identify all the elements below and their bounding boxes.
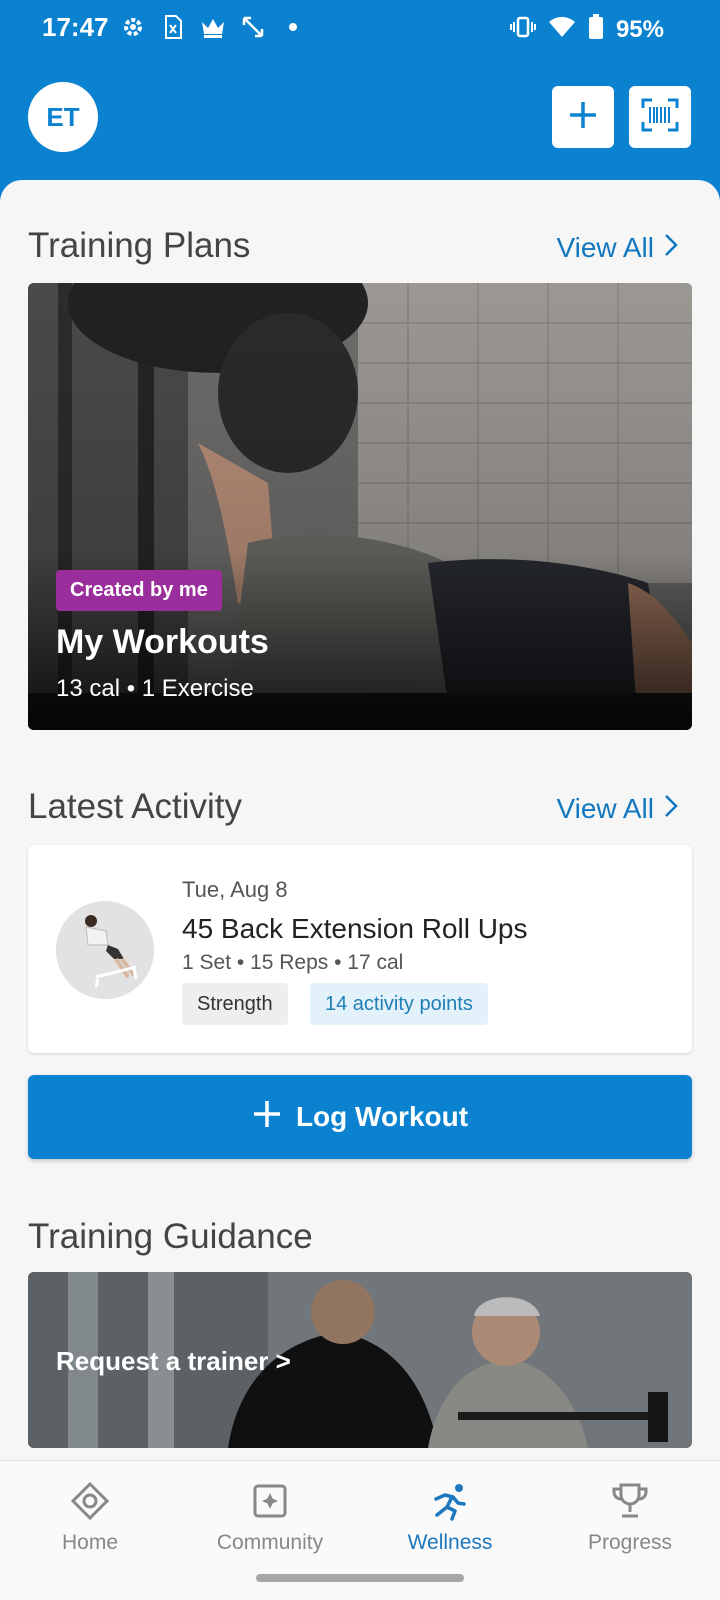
trophy-icon	[608, 1479, 652, 1523]
training-plan-card[interactable]: Created by me My Workouts 13 cal • 1 Exe…	[28, 283, 692, 730]
activity-card[interactable]: Tue, Aug 8 45 Back Extension Roll Ups 1 …	[28, 845, 692, 1053]
status-time: 17:47	[42, 12, 109, 42]
activity-meta: 1 Set • 15 Reps • 17 cal	[182, 951, 404, 974]
status-left-icons	[120, 14, 306, 40]
nav-home[interactable]: Home	[0, 1479, 180, 1555]
status-bar: 17:47 95%	[0, 0, 720, 56]
plan-name: My Workouts	[56, 623, 269, 661]
log-workout-label: Log Workout	[295, 1101, 469, 1132]
header-bar: 17:47 95% ET	[0, 0, 720, 200]
latest-activity-title: Latest Activity	[28, 787, 242, 826]
nav-home-label: Home	[61, 1531, 119, 1554]
strength-tag: Strength	[182, 983, 288, 1025]
wifi-icon	[548, 16, 576, 43]
nav-progress[interactable]: Progress	[540, 1479, 720, 1555]
activity-name: 45 Back Extension Roll Ups	[182, 913, 528, 944]
training-guidance-title: Training Guidance	[28, 1217, 313, 1256]
nav-wellness[interactable]: Wellness	[360, 1479, 540, 1555]
barcode-scan-button[interactable]	[629, 86, 691, 148]
expand-arrows-icon	[240, 14, 266, 40]
log-workout-button[interactable]: Log Workout	[28, 1075, 692, 1159]
battery-level: 95%	[615, 15, 664, 43]
training-plans-title: Training Plans	[28, 226, 251, 265]
exercise-thumbnail	[56, 901, 154, 999]
activity-points-badge: 14 activity points	[310, 983, 488, 1025]
status-right-icons: 95%	[509, 14, 664, 45]
add-button[interactable]	[552, 86, 614, 148]
activity-date: Tue, Aug 8	[182, 877, 288, 902]
chevron-right-icon	[664, 793, 678, 825]
home-indicator[interactable]	[256, 1574, 464, 1582]
nav-community-label: Community	[216, 1531, 324, 1554]
avatar[interactable]: ET	[28, 82, 98, 152]
battery-icon	[588, 14, 604, 45]
latest-activity-view-all[interactable]: View All	[556, 793, 678, 825]
nav-community[interactable]: Community	[180, 1479, 360, 1555]
barcode-scan-icon	[641, 98, 679, 137]
settings-icon	[120, 14, 146, 40]
request-trainer-link: Request a trainer >	[56, 1346, 291, 1376]
dot-icon	[280, 14, 306, 40]
request-trainer-card[interactable]: Request a trainer >	[28, 1272, 692, 1448]
crown-icon	[200, 14, 226, 40]
chevron-right-icon	[664, 232, 678, 264]
vibrate-icon	[509, 16, 536, 43]
training-plans-view-all[interactable]: View All	[556, 232, 678, 264]
running-person-icon	[428, 1479, 472, 1523]
view-all-label: View All	[556, 793, 654, 824]
sim-card-icon	[160, 14, 186, 40]
created-by-me-badge: Created by me	[56, 570, 222, 611]
view-all-label: View All	[556, 232, 654, 263]
home-diamond-icon	[68, 1479, 112, 1523]
plus-icon	[252, 1099, 282, 1136]
community-icon	[248, 1479, 292, 1523]
bench-press-photo	[28, 283, 692, 730]
plus-icon	[567, 99, 599, 136]
plan-meta: 13 cal • 1 Exercise	[56, 675, 254, 702]
nav-progress-label: Progress	[587, 1531, 673, 1554]
nav-wellness-label: Wellness	[407, 1531, 493, 1554]
